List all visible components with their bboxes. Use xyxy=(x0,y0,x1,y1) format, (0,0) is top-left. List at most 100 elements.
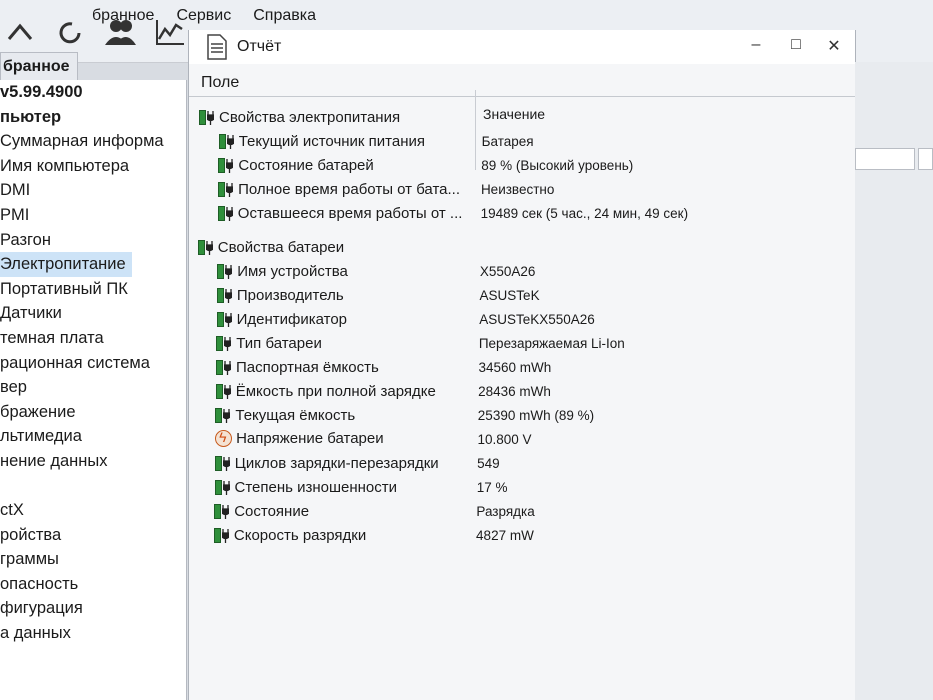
tree-item[interactable]: Имя компьютера xyxy=(0,154,186,179)
row-value: Разрядка xyxy=(476,504,535,519)
navigation-tree: v5.99.4900 пьютер Суммарная информа Имя ком… xyxy=(0,80,187,700)
row-field: Производитель xyxy=(236,286,344,304)
row-value: 19489 сек (5 час., 24 мин, 49 сек) xyxy=(480,206,689,221)
tree-item[interactable]: Разгон xyxy=(0,228,186,253)
section-title: Свойства электропитания xyxy=(219,108,401,126)
toolbar xyxy=(0,10,188,54)
section-header[interactable]: Свойства электропитания xyxy=(189,108,855,130)
tree-item[interactable]: Портативный ПК xyxy=(0,277,186,302)
row-field: Состояние батарей xyxy=(238,156,374,174)
section-header[interactable]: Свойства батареи xyxy=(189,238,855,260)
tree-item[interactable]: ctX xyxy=(0,498,186,523)
refresh-button[interactable] xyxy=(52,14,88,50)
table-row[interactable]: Текущая ёмкость 25390 mWh (89 %) xyxy=(189,406,855,428)
tree-item[interactable]: Суммарная информа xyxy=(0,129,186,154)
battery-icon xyxy=(216,358,232,376)
tree-item[interactable]: DMI xyxy=(0,178,186,203)
table-row[interactable]: Тип батареи Перезаряжаемая Li-Ion xyxy=(189,334,855,356)
battery-icon xyxy=(216,334,232,352)
table-row[interactable]: Скорость разрядки 4827 mW xyxy=(189,526,855,548)
minimize-button[interactable]: – xyxy=(744,36,768,54)
field-column-header[interactable]: Поле xyxy=(201,74,239,92)
battery-icon xyxy=(218,132,235,150)
table-row[interactable]: Циклов зарядки-перезарядки 549 xyxy=(189,454,855,476)
tree-item[interactable]: а данных xyxy=(0,621,186,646)
row-value: 25390 mWh (89 %) xyxy=(477,408,595,423)
battery-icon xyxy=(197,238,214,256)
battery-icon xyxy=(217,262,233,280)
table-row[interactable]: Производитель ASUSTeK xyxy=(189,286,855,308)
row-value: Батарея xyxy=(481,134,534,149)
tree-item[interactable]: темная плата xyxy=(0,326,186,351)
report-title: Отчёт xyxy=(237,38,282,55)
maximize-button[interactable]: □ xyxy=(784,36,808,54)
row-value: 89 % (Высокий уровень) xyxy=(481,158,634,173)
tree-item[interactable]: вер xyxy=(0,375,186,400)
battery-icon xyxy=(216,286,233,304)
chart-icon xyxy=(156,20,184,45)
background-button[interactable] xyxy=(918,148,933,170)
tree-item[interactable]: бражение xyxy=(0,400,186,425)
tree-item[interactable]: PMI xyxy=(0,203,186,228)
report-title-bar: Отчёт – □ ✕ xyxy=(189,30,855,64)
refresh-icon xyxy=(59,22,81,44)
table-row[interactable]: Идентификатор ASUSTeKX550A26 xyxy=(189,310,855,332)
battery-icon xyxy=(199,108,215,126)
table-row[interactable]: Напряжение батареи 10.800 V xyxy=(189,429,855,452)
up-arrow-icon xyxy=(7,23,33,40)
users-button[interactable] xyxy=(102,14,138,50)
row-field: Текущая ёмкость xyxy=(235,406,356,424)
table-row[interactable]: Ёмкость при полной зарядке 28436 mWh xyxy=(189,382,855,404)
row-value: Неизвестно xyxy=(480,182,555,197)
row-field: Оставшееся время работы от ... xyxy=(237,204,463,222)
table-row[interactable]: Оставшееся время работы от ... 19489 сек … xyxy=(189,204,855,226)
row-field: Скорость разрядки xyxy=(233,526,367,544)
battery-icon xyxy=(218,180,234,198)
battery-icon xyxy=(213,526,230,544)
tree-item[interactable]: фигурация xyxy=(0,596,186,621)
tree-item[interactable]: Электропитание xyxy=(0,252,132,277)
table-row[interactable]: Паспортная ёмкость 34560 mWh xyxy=(189,358,855,380)
battery-icon xyxy=(217,204,234,222)
column-header: Поле xyxy=(189,70,855,97)
table-row[interactable]: Состояние батарей 89 % (Высокий уровень) xyxy=(189,156,855,178)
row-value: 17 % xyxy=(476,480,508,495)
chart-button[interactable] xyxy=(152,14,188,50)
tree-item[interactable]: Датчики xyxy=(0,301,186,326)
section-title: Свойства батареи xyxy=(217,238,345,256)
table-row[interactable]: Состояние Разрядка xyxy=(189,502,855,524)
tree-item[interactable] xyxy=(0,474,186,499)
tree-item[interactable]: v5.99.4900 xyxy=(0,80,186,105)
up-button[interactable] xyxy=(2,14,38,50)
battery-icon xyxy=(216,310,233,328)
table-row[interactable]: Степень изношенности 17 % xyxy=(189,478,855,500)
row-value: ASUSTeKX550A26 xyxy=(479,312,595,327)
row-field: Ёмкость при полной зарядке xyxy=(235,382,436,400)
battery-icon xyxy=(215,406,231,424)
row-field: Текущий источник питания xyxy=(238,132,425,150)
tree-item[interactable]: ройства xyxy=(0,523,186,548)
menu-help[interactable]: Справка xyxy=(251,7,318,25)
table-row[interactable]: Имя устройства X550A26 xyxy=(189,262,855,284)
row-field: Напряжение батареи xyxy=(236,430,384,447)
tree-item[interactable]: нение данных xyxy=(0,449,186,474)
voltage-icon xyxy=(215,429,233,447)
row-value: 28436 mWh xyxy=(478,384,551,399)
battery-icon xyxy=(214,478,231,496)
tree-item[interactable]: опасность xyxy=(0,572,186,597)
tree-item[interactable]: льтимедиа xyxy=(0,424,186,449)
tree-item[interactable]: граммы xyxy=(0,547,186,572)
battery-icon xyxy=(214,454,231,472)
favorites-tab[interactable]: бранное xyxy=(0,52,78,80)
tree-item[interactable]: пьютер xyxy=(0,105,186,130)
battery-icon xyxy=(214,502,230,520)
row-value: ASUSTeK xyxy=(479,288,540,303)
background-dropdown[interactable] xyxy=(855,148,915,170)
row-field: Тип батареи xyxy=(236,334,322,352)
table-row[interactable]: Текущий источник питания Батарея xyxy=(189,132,855,154)
close-button[interactable]: ✕ xyxy=(822,36,846,56)
tree-item[interactable]: рационная система xyxy=(0,351,186,376)
row-field: Полное время работы от бата... xyxy=(238,180,460,198)
table-row[interactable]: Полное время работы от бата... Неизвестно xyxy=(189,180,855,202)
row-field: Состояние xyxy=(234,502,310,520)
